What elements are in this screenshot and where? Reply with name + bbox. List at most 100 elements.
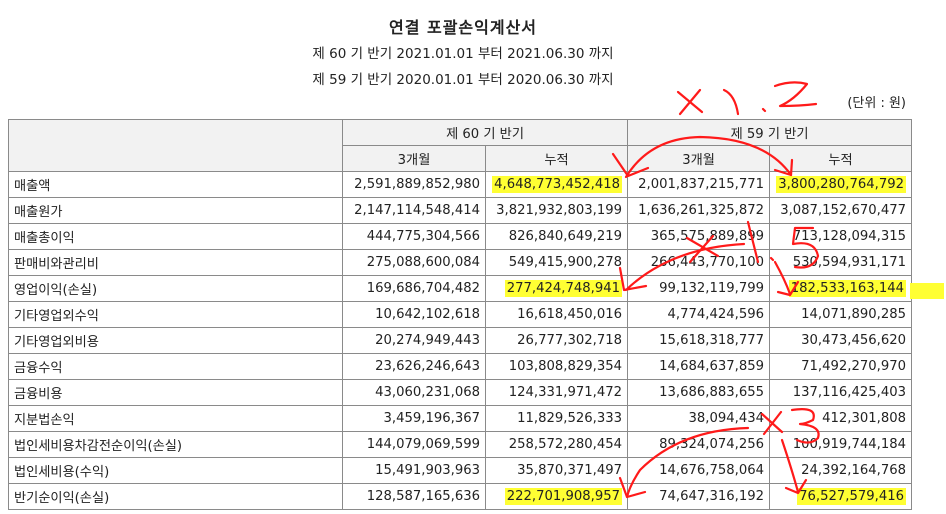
value-cell: 549,415,900,278 bbox=[484, 249, 629, 276]
value-cell: 16,618,450,016 bbox=[484, 301, 629, 328]
value-cell: 713,128,094,315 bbox=[769, 223, 913, 250]
value-cell: 30,473,456,620 bbox=[769, 327, 913, 354]
value-cell: 169,686,704,482 bbox=[342, 275, 486, 302]
highlighted-value: 3,800,280,764,792 bbox=[776, 176, 907, 193]
table-row: 매출총이익 444,775,304,566 826,840,649,219 365,5… bbox=[8, 223, 913, 250]
value-cell: 76,527,579,416 bbox=[769, 483, 913, 510]
value-cell: 222,701,908,957 bbox=[484, 483, 629, 510]
row-label: 기타영업외비용 bbox=[8, 327, 343, 354]
table-row: 기타영업외비용 20,274,949,443 26,777,302,718 15,61… bbox=[8, 327, 913, 354]
header-3month-current: 3개월 bbox=[342, 145, 486, 172]
header-cumulative-current: 누적 bbox=[484, 145, 629, 172]
value-cell: 99,132,119,799 bbox=[627, 275, 771, 302]
value-cell: 74,647,316,192 bbox=[627, 483, 771, 510]
value-cell: 826,840,649,219 bbox=[484, 223, 629, 250]
value-cell: 14,684,637,859 bbox=[627, 353, 771, 380]
table-row: 지분법손익 3,459,196,367 11,829,526,333 38,094,4… bbox=[8, 405, 913, 432]
highlighted-value: 222,701,908,957 bbox=[504, 488, 623, 505]
header-3month-prior: 3개월 bbox=[627, 145, 771, 172]
table-row: 매출액 2,591,889,852,980 4,648,773,452,418 2,0… bbox=[8, 171, 913, 198]
value-cell: 275,088,600,084 bbox=[342, 249, 486, 276]
value-cell: 182,533,163,144 bbox=[769, 275, 913, 302]
table-row: 반기순이익(손실) 128,587,165,636 222,701,908,957 7… bbox=[8, 483, 913, 510]
value-cell: 258,572,280,454 bbox=[484, 431, 629, 458]
row-label: 반기순이익(손실) bbox=[8, 483, 343, 510]
value-cell: 412,301,808 bbox=[769, 405, 913, 432]
row-label: 지분법손익 bbox=[8, 405, 343, 432]
value-cell: 277,424,748,941 bbox=[484, 275, 629, 302]
value-cell: 15,491,903,963 bbox=[342, 457, 486, 484]
row-label: 매출액 bbox=[8, 171, 343, 198]
row-label: 판매비와관리비 bbox=[8, 249, 343, 276]
row-label: 기타영업외수익 bbox=[8, 301, 343, 328]
table-row: 금융비용 43,060,231,068 124,331,971,472 13,686,… bbox=[8, 379, 913, 406]
row-label: 매출원가 bbox=[8, 197, 343, 224]
unit-label: (단위 : 원) bbox=[847, 96, 906, 111]
ink-x1-2-dot bbox=[761, 107, 767, 113]
value-cell: 2,001,837,215,771 bbox=[627, 171, 771, 198]
value-cell: 2,591,889,852,980 bbox=[342, 171, 486, 198]
period-line-current: 제 60 기 반기 2021.01.01 부터 2021.06.30 까지 bbox=[312, 46, 614, 62]
value-cell: 124,331,971,472 bbox=[484, 379, 629, 406]
value-cell: 35,870,371,497 bbox=[484, 457, 629, 484]
value-cell: 365,575,889,899 bbox=[627, 223, 771, 250]
table-row: 법인세비용차감전순이익(손실) 144,079,069,599 258,572,28… bbox=[8, 431, 913, 458]
ink-x1-2-one bbox=[722, 88, 740, 116]
value-cell: 71,492,270,970 bbox=[769, 353, 913, 380]
value-cell: 89,324,074,256 bbox=[627, 431, 771, 458]
value-cell: 13,686,883,655 bbox=[627, 379, 771, 406]
value-cell: 38,094,434 bbox=[627, 405, 771, 432]
value-cell: 20,274,949,443 bbox=[342, 327, 486, 354]
value-cell: 43,060,231,068 bbox=[342, 379, 486, 406]
row-label: 금융수익 bbox=[8, 353, 343, 380]
value-cell: 3,821,932,803,199 bbox=[484, 197, 629, 224]
value-cell: 3,087,152,670,477 bbox=[769, 197, 913, 224]
value-cell: 144,079,069,599 bbox=[342, 431, 486, 458]
highlighted-value: 277,424,748,941 bbox=[504, 280, 623, 297]
income-statement-table: 제 60 기 반기 제 59 기 반기 3개월 누적 3개월 누적 매출액 2,5… bbox=[8, 119, 913, 510]
statement-title: 연결 포괄손익계산서 bbox=[388, 18, 538, 37]
table-row: 금융수익 23,626,246,643 103,808,829,354 14,684,… bbox=[8, 353, 913, 380]
row-label: 금융비용 bbox=[8, 379, 343, 406]
table-row: 매출원가 2,147,114,548,414 3,821,932,803,199 1,… bbox=[8, 197, 913, 224]
value-cell: 100,919,744,184 bbox=[769, 431, 913, 458]
row-label: 법인세비용(수익) bbox=[8, 457, 343, 484]
header-current-period: 제 60 기 반기 bbox=[341, 119, 629, 146]
value-cell: 4,774,424,596 bbox=[627, 301, 771, 328]
value-cell: 3,800,280,764,792 bbox=[769, 171, 913, 198]
row-label: 법인세비용차감전순이익(손실) bbox=[8, 431, 343, 458]
highlight-mark-extension bbox=[910, 283, 944, 299]
value-cell: 15,618,318,777 bbox=[627, 327, 771, 354]
table-body: 매출액 2,591,889,852,980 4,648,773,452,418 2,0… bbox=[8, 171, 913, 510]
header-blank-cell bbox=[8, 119, 343, 172]
table-row: 판매비와관리비 275,088,600,084 549,415,900,278 266… bbox=[8, 249, 913, 276]
row-label: 매출총이익 bbox=[8, 223, 343, 250]
value-cell: 3,459,196,367 bbox=[342, 405, 486, 432]
value-cell: 2,147,114,548,414 bbox=[342, 197, 486, 224]
table-row: 기타영업외수익 10,642,102,618 16,618,450,016 4,774… bbox=[8, 301, 913, 328]
ink-x1-2 bbox=[676, 88, 704, 116]
value-cell: 1,636,261,325,872 bbox=[627, 197, 771, 224]
value-cell: 128,587,165,636 bbox=[342, 483, 486, 510]
period-line-prior: 제 59 기 반기 2020.01.01 부터 2020.06.30 까지 bbox=[312, 72, 614, 88]
header-row-group: 제 60 기 반기 제 59 기 반기 bbox=[8, 119, 913, 172]
table-row: 법인세비용(수익) 15,491,903,963 35,870,371,497 14,… bbox=[8, 457, 913, 484]
value-cell: 4,648,773,452,418 bbox=[484, 171, 629, 198]
header-prior-period: 제 59 기 반기 bbox=[627, 119, 913, 146]
value-cell: 530,594,931,171 bbox=[769, 249, 913, 276]
value-cell: 24,392,164,768 bbox=[769, 457, 913, 484]
value-cell: 137,116,425,403 bbox=[769, 379, 913, 406]
value-cell: 11,829,526,333 bbox=[484, 405, 629, 432]
row-label: 영업이익(손실) bbox=[8, 275, 343, 302]
value-cell: 266,443,770,100 bbox=[627, 249, 771, 276]
table-row: 영업이익(손실) 169,686,704,482 277,424,748,941 99… bbox=[8, 275, 913, 302]
value-cell: 26,777,302,718 bbox=[484, 327, 629, 354]
header-cumulative-prior: 누적 bbox=[769, 145, 913, 172]
value-cell: 444,775,304,566 bbox=[342, 223, 486, 250]
highlighted-value: 182,533,163,144 bbox=[788, 280, 907, 297]
value-cell: 10,642,102,618 bbox=[342, 301, 486, 328]
value-cell: 23,626,246,643 bbox=[342, 353, 486, 380]
highlighted-value: 4,648,773,452,418 bbox=[492, 176, 623, 193]
value-cell: 103,808,829,354 bbox=[484, 353, 629, 380]
value-cell: 14,676,758,064 bbox=[627, 457, 771, 484]
